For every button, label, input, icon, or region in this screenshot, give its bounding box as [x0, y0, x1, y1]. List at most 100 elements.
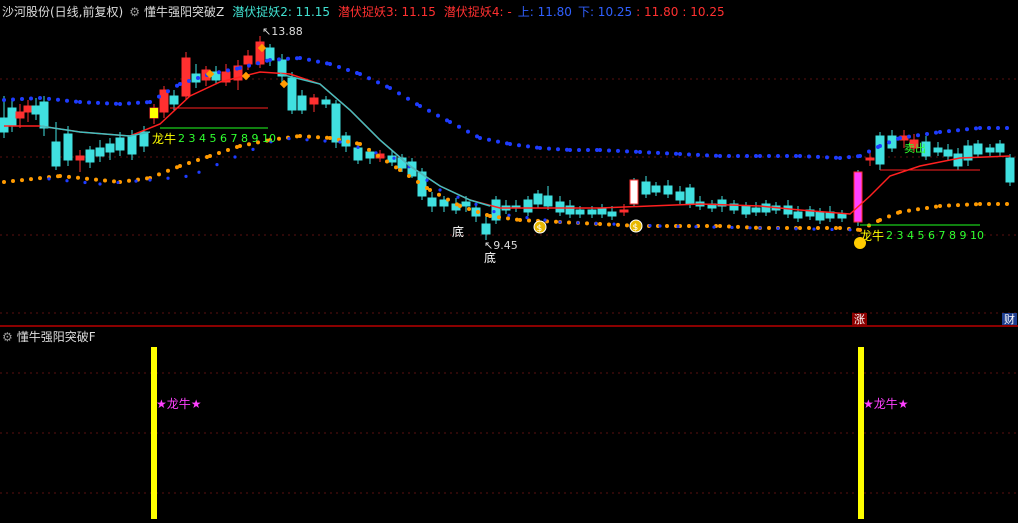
upper-band-dot [157, 94, 161, 99]
candle-body [685, 187, 695, 205]
upper-band-dot [978, 126, 982, 130]
upper-band-dot [358, 72, 362, 76]
upper-band-dot [238, 66, 242, 70]
upper-band-dot [867, 149, 871, 154]
candle-body [105, 143, 115, 153]
lower-band-dot [987, 202, 991, 206]
indicator-panel[interactable]: ★龙牛★ ★龙牛★ ⚙ 懂牛强阳突破F [0, 327, 1018, 523]
lower-band-dot [616, 222, 620, 227]
candle-body [353, 147, 363, 161]
lower-band-dot [277, 136, 281, 141]
stock-title[interactable]: 沙河股份(日线,前复权) [2, 5, 123, 19]
upper-band-dot [858, 154, 862, 158]
upper-band-dot [736, 154, 740, 158]
support-dot [594, 221, 598, 226]
upper-band-dot [367, 76, 371, 81]
upper-band-dot [487, 137, 491, 142]
price-chart[interactable]: ↖13.88↖9.45底底龙牛 2 3 4 5 6 7 8 9 10龙牛 2 3 4… [0, 0, 1018, 326]
lower-band-dot [974, 202, 978, 207]
upper-band-dot [38, 96, 42, 100]
candle-body [181, 57, 191, 97]
lower-band-dot [187, 161, 191, 165]
upper-band-dot [457, 124, 461, 129]
lower-band-dot [437, 192, 441, 197]
lower-band-dot [816, 226, 820, 230]
lower-band-dot [834, 226, 838, 230]
lower-band-dot [956, 203, 960, 208]
dragon-signal-label: 龙牛 [152, 131, 176, 146]
upper-band-dot [887, 140, 891, 145]
upper-band-dot [96, 100, 100, 105]
lower-band-dot [398, 168, 402, 172]
marker-diamond [241, 71, 251, 81]
upper-band-dot [638, 150, 642, 154]
candle-body [973, 143, 983, 155]
upper-band-dot [767, 154, 771, 158]
upper-band-dot [987, 126, 991, 130]
upper-band-dot [665, 151, 669, 156]
support-dot [576, 221, 580, 225]
upper-band-dot [526, 144, 530, 149]
upper-band-dot [678, 152, 682, 156]
lower-band-dot [907, 208, 911, 213]
upper-band-dot [934, 130, 938, 135]
lower-band-dot [385, 159, 389, 164]
support-dot [215, 163, 219, 167]
candle-body [321, 99, 331, 105]
lower-band-dot [346, 139, 350, 144]
upper-band-dot [74, 99, 78, 104]
support-dot [676, 224, 680, 228]
upper-band-dot [745, 154, 749, 158]
support-dot [776, 226, 780, 230]
lower-band-dot [825, 226, 829, 230]
lower-band-dot [736, 224, 740, 229]
candle-body [933, 147, 943, 153]
lower-band-dot [925, 205, 929, 210]
upper-band-dot [907, 134, 911, 139]
gear-icon[interactable]: ⚙ [2, 330, 13, 344]
upper-band-dot [1005, 126, 1009, 130]
support-dot [658, 224, 662, 228]
support-dot [392, 156, 396, 160]
upper-band-dot [656, 150, 660, 155]
indicator-header: ⚙ 懂牛强阳突破F [2, 329, 96, 345]
lower-band-dot [727, 224, 731, 229]
lower-band-dot [807, 226, 811, 230]
lower-band-dot [196, 158, 200, 162]
candle-body [575, 209, 585, 215]
support-dot [233, 155, 237, 159]
bottom-marker: 底 [452, 224, 464, 239]
support-dot [525, 216, 529, 220]
support-dot [648, 224, 652, 228]
gear-icon[interactable]: ⚙ [129, 5, 140, 19]
upper-band-dot [87, 100, 91, 105]
lower-band-dot [965, 202, 969, 207]
upper-band-dot [556, 147, 560, 152]
upper-band-dot [78, 100, 82, 104]
candle-body [533, 193, 543, 205]
lower-band-dot [934, 204, 938, 209]
price-chart-panel[interactable]: ↖13.88 ↖9.45 底底龙牛 2 3 4 5 6 7 8 9 10 龙牛 2 3 4… [0, 0, 1018, 326]
signal-bar [858, 347, 864, 519]
candle-body [555, 201, 565, 213]
upper-band-dot [798, 154, 802, 158]
lower-band-dot [785, 226, 789, 230]
high-price-label: ↖13.88 [262, 25, 303, 38]
upper-band-dot [674, 151, 678, 156]
indicator-title[interactable]: 懂牛强阳突破F [17, 330, 96, 344]
support-dot [166, 176, 170, 180]
upper-band-dot [56, 97, 60, 102]
lower-band-dot [947, 203, 951, 208]
candle-body [243, 55, 253, 65]
indicator-chart[interactable]: ★龙牛★ ★龙牛★ [0, 327, 1018, 523]
support-dot [438, 188, 442, 192]
lower-band-dot [878, 218, 882, 222]
upper-band-dot [226, 68, 230, 73]
candle-body [985, 147, 995, 153]
lower-band-dot [328, 136, 332, 140]
indicator-name[interactable]: 懂牛强阳突破Z [144, 5, 224, 19]
candle-body [39, 101, 49, 129]
indicator-value-4: 潜伏捉妖4: - [443, 5, 512, 19]
candle-body [159, 89, 169, 113]
extra-value-2: : 10.25 [682, 5, 725, 19]
